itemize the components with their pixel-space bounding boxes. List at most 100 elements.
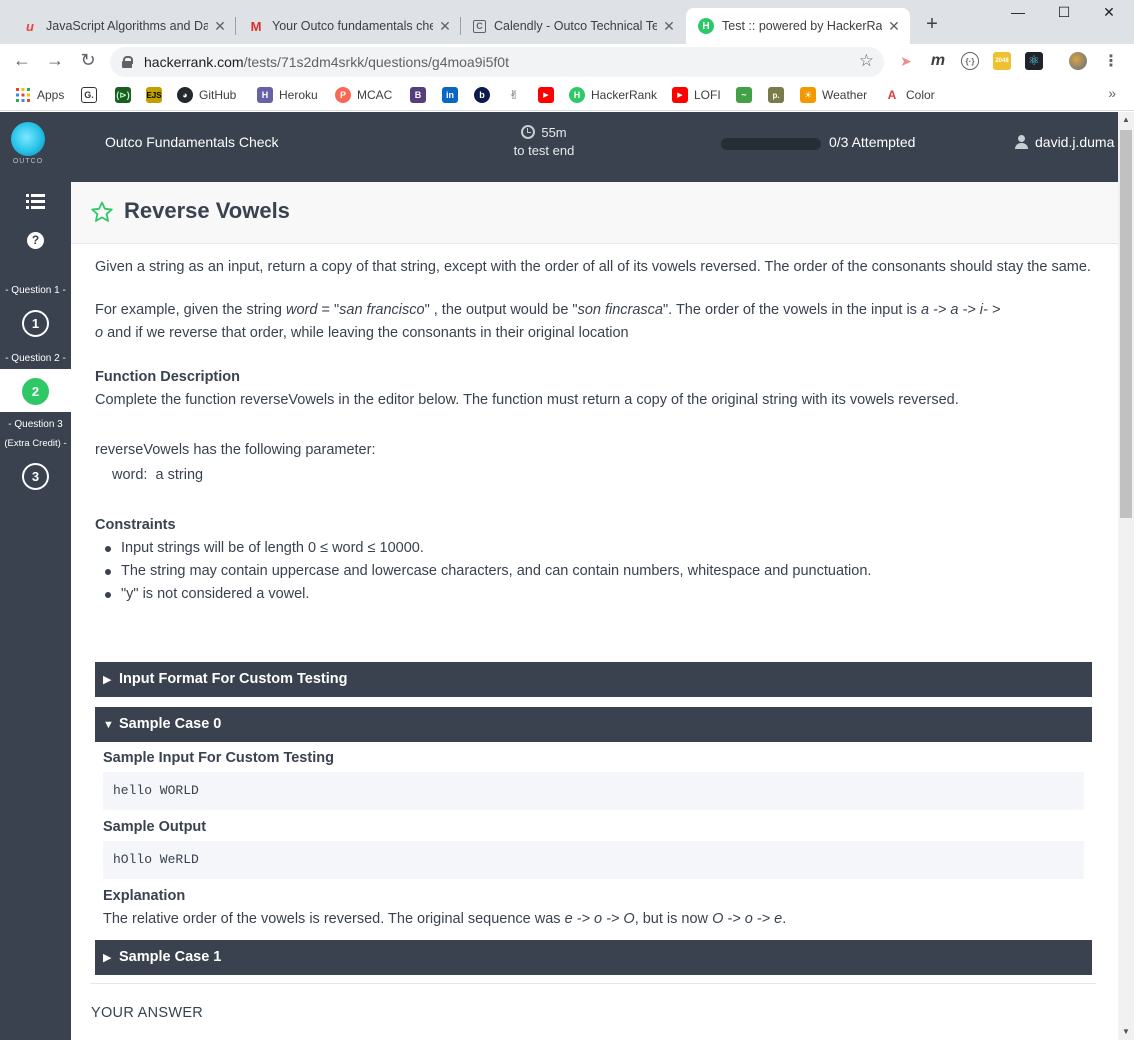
close-tab-icon[interactable]: ✕ bbox=[661, 18, 677, 35]
user-menu[interactable]: david.j.duma bbox=[1015, 134, 1114, 150]
patreon-icon: P bbox=[335, 87, 351, 103]
bookmark-lofi[interactable]: ▶ LOFI bbox=[672, 85, 721, 105]
close-tab-icon[interactable]: ✕ bbox=[437, 18, 453, 35]
problem-intro: Given a string as an input, return a cop… bbox=[95, 259, 1091, 275]
timer-value: 55m bbox=[541, 125, 567, 140]
gmail-icon: M bbox=[250, 18, 262, 34]
bookmark-pit-icon: p. bbox=[768, 87, 784, 103]
calendly-icon: C bbox=[473, 19, 486, 33]
bookmark-youtube[interactable]: ▶ bbox=[538, 85, 560, 105]
bookmark-g-icon: G. bbox=[81, 87, 97, 103]
scroll-down-arrow-icon[interactable]: ▼ bbox=[1118, 1024, 1134, 1040]
bookmark-mcac[interactable]: P MCAC bbox=[335, 85, 392, 105]
browser-tab-hackerrank[interactable]: H Test :: powered by HackerRank ✕ bbox=[686, 8, 910, 44]
close-tab-icon[interactable]: ✕ bbox=[212, 18, 228, 35]
example-text: " , the output would be " bbox=[424, 302, 578, 318]
tab-title: JavaScript Algorithms and Data bbox=[46, 19, 208, 33]
bookmark-g[interactable]: G. bbox=[81, 85, 103, 105]
profile-avatar[interactable] bbox=[1069, 52, 1087, 70]
bookmark-angellist[interactable]: ✌ bbox=[506, 85, 528, 105]
help-icon[interactable]: ? bbox=[27, 232, 44, 249]
url-host: hackerrank.com bbox=[144, 54, 244, 70]
constraints-list: Input strings will be of length 0 ≤ word… bbox=[95, 537, 1095, 606]
example-text: and if we reverse that order, while leav… bbox=[103, 325, 629, 341]
address-bar[interactable]: hackerrank.com/tests/71s2dm4srkk/questio… bbox=[110, 47, 884, 77]
explanation-text: The relative order of the vowels is reve… bbox=[103, 911, 786, 927]
question-list-icon[interactable] bbox=[26, 194, 45, 210]
example-text: = " bbox=[317, 302, 340, 318]
input-format-toggle[interactable]: ▶ Input Format For Custom Testing bbox=[95, 662, 1092, 697]
minimize-button[interactable]: — bbox=[1003, 4, 1033, 20]
parameter-name: word: bbox=[112, 467, 148, 483]
collapse-arrow-icon: ▼ bbox=[103, 719, 114, 731]
url-path: /tests/71s2dm4srkk/questions/g4moa9i5f0t bbox=[243, 54, 509, 70]
explanation-part: . bbox=[782, 911, 787, 927]
your-answer-heading: YOUR ANSWER bbox=[91, 1005, 204, 1021]
bookmark-star-icon[interactable] bbox=[90, 200, 114, 224]
back-button[interactable]: ← bbox=[10, 50, 34, 71]
bookmark-heroku[interactable]: H Heroku bbox=[257, 85, 318, 105]
bookmarks-bar: Apps G. (⊳) EJS ◕ GitHub H Heroku P MCAC… bbox=[0, 79, 1134, 111]
example-input: san francisco bbox=[339, 302, 425, 318]
extension-code-icon[interactable]: {·} bbox=[961, 52, 979, 70]
question-1-button[interactable]: 1 bbox=[22, 310, 49, 337]
browser-tab-calendly[interactable]: C Calendly - Outco Technical Tea ✕ bbox=[461, 8, 685, 44]
extension-redirect-icon[interactable]: ➤ bbox=[897, 52, 915, 70]
problem-statement: Given a string as an input, return a cop… bbox=[95, 256, 1095, 606]
bookmark-label: MCAC bbox=[357, 88, 393, 102]
scroll-up-arrow-icon[interactable]: ▲ bbox=[1118, 112, 1134, 128]
bookmarks-overflow-icon[interactable]: » bbox=[1108, 85, 1116, 101]
bookmark-label: Weather bbox=[822, 88, 868, 102]
maximize-button[interactable]: ☐ bbox=[1049, 4, 1079, 21]
extension-m-icon[interactable]: m bbox=[929, 52, 947, 70]
sample-case-1-toggle[interactable]: ▶ Sample Case 1 bbox=[95, 940, 1092, 975]
youtube-icon: ▶ bbox=[538, 87, 554, 103]
bookmark-apps[interactable]: Apps bbox=[15, 85, 64, 105]
bookmark-chart[interactable]: ~ bbox=[736, 85, 758, 105]
question-3-button[interactable]: 3 bbox=[22, 463, 49, 490]
attempted-count: 0/3 Attempted bbox=[829, 134, 916, 150]
new-tab-button[interactable]: + bbox=[920, 13, 944, 36]
user-icon bbox=[1015, 135, 1028, 149]
question-panel: Reverse Vowels Given a string as an inpu… bbox=[71, 182, 1118, 1040]
forward-button[interactable]: → bbox=[43, 50, 67, 71]
close-window-button[interactable]: ✕ bbox=[1094, 4, 1124, 21]
extension-2048-icon[interactable]: 2048 bbox=[993, 52, 1011, 70]
bookmark-github[interactable]: ◕ GitHub bbox=[177, 85, 236, 105]
reload-button[interactable]: ↻ bbox=[76, 50, 100, 71]
outco-logo[interactable] bbox=[11, 122, 45, 156]
question-2-button[interactable]: 2 bbox=[22, 378, 49, 405]
udemy-icon: u bbox=[26, 18, 34, 34]
bookmark-hackerrank[interactable]: H HackerRank bbox=[569, 85, 657, 105]
bookmark-color[interactable]: A Color bbox=[884, 85, 935, 105]
bookmark-ejs[interactable]: EJS bbox=[146, 85, 168, 105]
bookmark-label: LOFI bbox=[694, 88, 721, 102]
bookmark-star-icon[interactable]: ☆ bbox=[859, 51, 874, 71]
explanation-part: , but is now bbox=[634, 911, 713, 927]
adobe-color-icon: A bbox=[884, 87, 900, 103]
sample-case-0-toggle[interactable]: ▼ Sample Case 0 bbox=[95, 707, 1092, 742]
parameter-desc: a string bbox=[147, 467, 204, 483]
username: david.j.duma bbox=[1035, 134, 1115, 150]
bookmark-weather[interactable]: ☀ Weather bbox=[800, 85, 867, 105]
apps-grid-icon bbox=[15, 87, 31, 103]
page-scrollbar[interactable]: ▲ ▼ bbox=[1118, 112, 1134, 1040]
browser-tabstrip: u JavaScript Algorithms and Data ✕ M You… bbox=[0, 0, 1134, 44]
close-tab-icon[interactable]: ✕ bbox=[886, 18, 902, 35]
tab-title: Calendly - Outco Technical Tea bbox=[494, 19, 657, 33]
bookmark-terminal[interactable]: (⊳) bbox=[115, 85, 137, 105]
extension-react-icon[interactable]: ⚛ bbox=[1025, 52, 1043, 70]
bookmark-b[interactable]: b bbox=[474, 85, 496, 105]
bookmark-bootstrap[interactable]: B bbox=[410, 85, 432, 105]
bookmark-pit[interactable]: p. bbox=[768, 85, 790, 105]
bookmark-label: HackerRank bbox=[591, 88, 658, 102]
heroku-icon: H bbox=[257, 87, 273, 103]
browser-tab-gmail[interactable]: M Your Outco fundamentals chec ✕ bbox=[236, 8, 461, 44]
bookmark-linkedin[interactable]: in bbox=[442, 85, 464, 105]
example-var: word bbox=[286, 302, 318, 318]
scrollbar-thumb[interactable] bbox=[1120, 130, 1132, 518]
section-label: Input Format For Custom Testing bbox=[119, 671, 348, 687]
browser-tab-freecodecamp[interactable]: u JavaScript Algorithms and Data ✕ bbox=[10, 8, 236, 44]
menu-kebab-icon[interactable]: ⋮ bbox=[1102, 52, 1120, 70]
constraint-item: Input strings will be of length 0 ≤ word… bbox=[105, 537, 1095, 560]
